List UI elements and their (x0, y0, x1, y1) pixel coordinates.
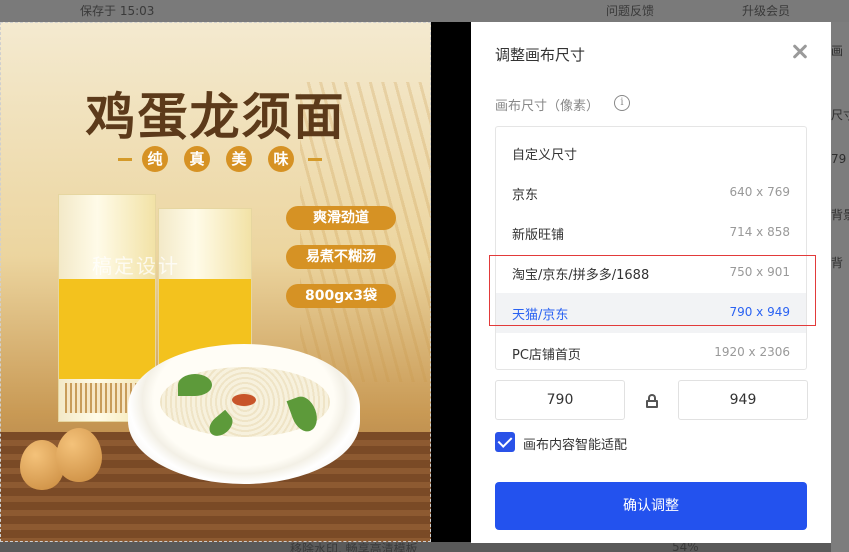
size-option-dims: 1920 x 2306 (714, 345, 790, 359)
info-icon[interactable]: i (614, 95, 630, 111)
size-option-custom[interactable]: 自定义尺寸 (496, 133, 806, 173)
save-status: 保存于 15:03 (80, 4, 155, 18)
size-option-jd[interactable]: 京东 640 x 769 (496, 173, 806, 213)
egg (56, 428, 102, 482)
watermark-text: 稿定设计 (92, 254, 180, 278)
lock-icon[interactable] (646, 394, 658, 408)
lock-body (646, 400, 658, 408)
design-canvas[interactable]: 鸡蛋龙须面 纯 真 美 味 爽滑劲道 易煮不糊汤 800gx3袋 稿定设计 (0, 22, 431, 542)
subtitle-char: 美 (226, 146, 252, 172)
subtitle-char: 真 (184, 146, 210, 172)
feature-badge: 易煮不糊汤 (286, 245, 396, 269)
poster-subtitle: 纯 真 美 味 (118, 146, 322, 174)
canvas-overflow-area (431, 22, 471, 542)
canvas-size-label: 画布尺寸（像素） (495, 99, 600, 114)
height-input[interactable]: 949 (678, 380, 808, 420)
size-option-name: PC店铺首页 (512, 348, 581, 363)
subtitle-char: 味 (268, 146, 294, 172)
package-band (59, 279, 155, 379)
chili-topping (232, 394, 256, 406)
dialog-title: 调整画布尺寸 (495, 46, 586, 64)
properties-panel: 画 尺寸 79 背景 背 (831, 22, 849, 552)
size-option-dims: 640 x 769 (729, 185, 790, 199)
vegetable (178, 374, 212, 396)
smart-fit-label[interactable]: 画布内容智能适配 (523, 434, 627, 453)
size-option-name: 新版旺铺 (512, 228, 565, 243)
panel-fragment: 79 (831, 152, 847, 166)
confirm-button[interactable]: 确认调整 (495, 482, 807, 530)
subtitle-char: 纯 (142, 146, 168, 172)
panel-fragment: 背景 (831, 208, 849, 222)
panel-fragment: 画 (831, 44, 844, 58)
size-option-new-store[interactable]: 新版旺铺 714 x 858 (496, 213, 806, 253)
size-preset-list: 自定义尺寸 京东 640 x 769 新版旺铺 714 x 858 淘宝/京东/… (495, 126, 807, 370)
panel-fragment: 背 (831, 256, 844, 270)
selection-highlight (489, 255, 816, 326)
size-option-dims: 714 x 858 (729, 225, 790, 239)
close-icon[interactable] (789, 40, 811, 62)
upgrade-link[interactable]: 升级会员 (742, 2, 790, 19)
feature-badge: 800gx3袋 (286, 284, 396, 308)
size-option-name: 京东 (512, 188, 539, 203)
subtitle-dash (118, 158, 132, 161)
top-toolbar: 保存于 15:03 问题反馈 升级会员 (0, 0, 849, 22)
panel-fragment: 尺寸 (831, 108, 849, 122)
subtitle-dash (308, 158, 322, 161)
width-input[interactable]: 790 (495, 380, 625, 420)
smart-fit-checkbox[interactable] (495, 432, 515, 452)
size-option-name: 自定义尺寸 (512, 148, 578, 163)
feedback-link[interactable]: 问题反馈 (606, 2, 654, 19)
poster-title: 鸡蛋龙须面 (85, 87, 346, 146)
size-option-pc-home[interactable]: PC店铺首页 1920 x 2306 (496, 333, 806, 369)
feature-badge: 爽滑劲道 (286, 206, 396, 230)
